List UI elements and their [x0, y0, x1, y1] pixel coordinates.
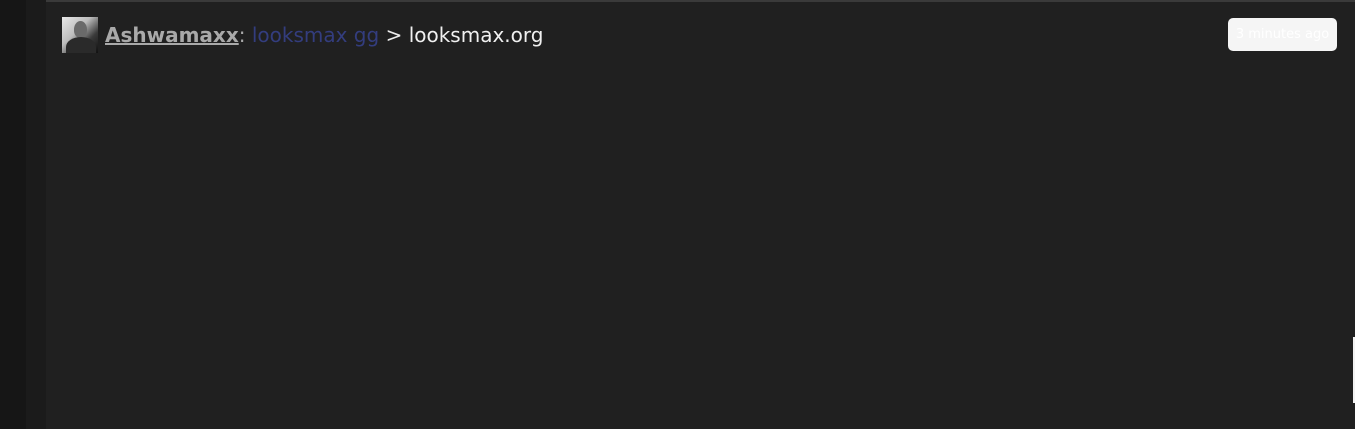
- shout-row: Ashwamaxx: looksmax gg > looksmax.org: [62, 17, 543, 53]
- left-gutter: [0, 0, 26, 429]
- timestamp-badge: 3 minutes ago: [1228, 18, 1337, 51]
- username-link[interactable]: Ashwamaxx: [105, 23, 239, 47]
- username-colon: :: [238, 23, 246, 47]
- message-link[interactable]: looksmax gg: [252, 23, 379, 47]
- avatar-head-shape: [74, 21, 87, 38]
- message-text: looksmax.org: [408, 23, 544, 47]
- avatar[interactable]: [62, 17, 98, 53]
- left-border: [26, 0, 46, 429]
- separator: >: [385, 23, 403, 47]
- shoutbox-panel: Ashwamaxx: looksmax gg > looksmax.org 3 …: [0, 0, 1355, 429]
- avatar-shoulders-shape: [66, 37, 96, 53]
- shout-message: Ashwamaxx: looksmax gg > looksmax.org: [105, 23, 543, 47]
- top-divider: [46, 0, 1355, 2]
